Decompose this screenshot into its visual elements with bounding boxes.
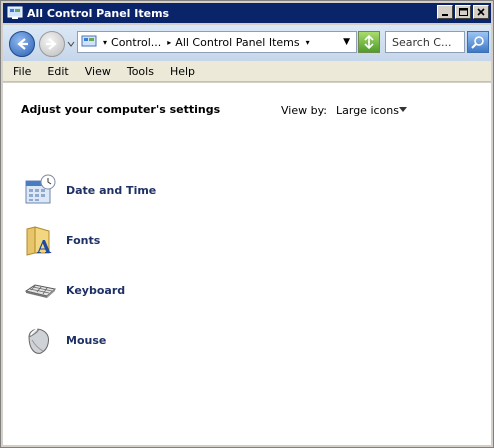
breadcrumb-arrow-icon[interactable]: ▾ (103, 38, 107, 47)
refresh-button[interactable] (358, 31, 380, 53)
content-pane: Adjust your computer's settings View by:… (3, 83, 491, 445)
breadcrumb-arrow-icon[interactable]: ▾ (306, 38, 310, 47)
close-button[interactable] (473, 5, 489, 19)
item-date-and-time[interactable]: Date and Time (23, 172, 156, 208)
fonts-folder-icon: A (26, 226, 52, 257)
forward-button[interactable] (39, 31, 65, 57)
item-label: Fonts (66, 233, 101, 247)
title-bar[interactable]: All Control Panel Items (3, 3, 491, 23)
address-bar[interactable]: ▾ Control... ▸ All Control Panel Items ▾… (77, 31, 357, 53)
view-by-label: View by: (281, 104, 327, 117)
item-label: Date and Time (66, 183, 157, 197)
window-title: All Control Panel Items (27, 6, 170, 20)
refresh-icon (364, 35, 374, 49)
breadcrumb-arrow-icon[interactable]: ▸ (167, 38, 171, 47)
search-icon (471, 36, 484, 49)
minimize-button[interactable] (437, 5, 453, 19)
minimize-icon (442, 14, 448, 16)
calendar-clock-icon (25, 174, 56, 204)
back-button[interactable] (9, 31, 35, 57)
item-fonts[interactable]: A Fonts (23, 222, 100, 258)
item-keyboard[interactable]: Keyboard (23, 272, 125, 308)
control-panel-icon (81, 35, 97, 47)
navigation-bar: ▾ Control... ▸ All Control Panel Items ▾… (3, 25, 491, 61)
recent-pages-dropdown-icon[interactable] (67, 39, 75, 49)
view-by-dropdown-arrow-icon[interactable] (399, 107, 407, 112)
view-by-dropdown[interactable]: Large icons (336, 104, 399, 117)
breadcrumb-all-items[interactable]: All Control Panel Items (175, 36, 299, 49)
menu-tools[interactable]: Tools (127, 65, 154, 78)
item-label: Mouse (66, 333, 107, 347)
forward-arrow-icon (46, 38, 57, 50)
menu-file[interactable]: File (13, 65, 31, 78)
item-label: Keyboard (66, 283, 126, 297)
breadcrumb-control-panel[interactable]: Control... (111, 36, 161, 49)
menu-help[interactable]: Help (170, 65, 195, 78)
search-input[interactable]: Search C... (385, 31, 465, 53)
control-panel-icon (7, 6, 23, 19)
page-title: Adjust your computer's settings (21, 103, 221, 116)
menu-view[interactable]: View (85, 65, 111, 78)
menu-edit[interactable]: Edit (47, 65, 68, 78)
item-mouse[interactable]: Mouse (23, 322, 106, 358)
back-arrow-icon (17, 38, 28, 50)
maximize-icon (458, 8, 468, 16)
mouse-icon (28, 328, 49, 354)
keyboard-icon (24, 284, 57, 298)
maximize-button[interactable] (455, 5, 471, 19)
close-icon (477, 8, 485, 16)
menu-bar: File Edit View Tools Help (3, 61, 491, 82)
control-panel-window: All Control Panel Items ▾ Control... ▸ A… (0, 0, 494, 448)
search-button[interactable] (467, 31, 489, 53)
svg-text:A: A (36, 237, 52, 257)
address-dropdown-icon[interactable]: ▼ (343, 37, 350, 47)
